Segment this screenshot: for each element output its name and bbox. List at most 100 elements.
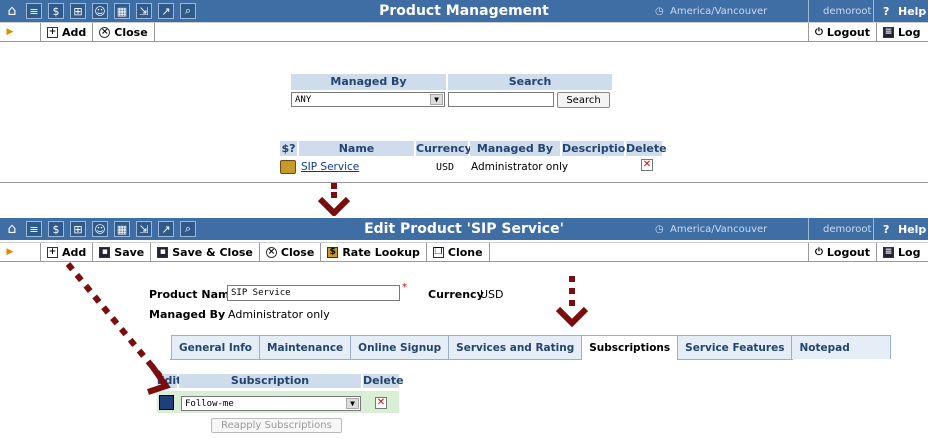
add-icon: + bbox=[47, 26, 58, 38]
diagonal-arrow-icon bbox=[65, 262, 171, 395]
arrow-dot bbox=[569, 288, 575, 294]
home-icon[interactable]: ⌂ bbox=[4, 3, 20, 19]
add-icon: + bbox=[47, 246, 58, 258]
top-toolbar: ▶ + Add × Close ⏻ Logout ≡ Log bbox=[0, 22, 928, 42]
clock-icon: ◷ bbox=[655, 5, 664, 17]
log-icon: ≡ bbox=[883, 246, 895, 258]
delete-icon[interactable]: ✕ bbox=[375, 397, 387, 409]
coins-icon: $ bbox=[327, 246, 339, 258]
divider bbox=[873, 218, 874, 240]
floppy-icon: ▪ bbox=[99, 246, 111, 258]
help-link[interactable]: Help bbox=[898, 223, 926, 236]
list-icon[interactable]: ≡ bbox=[26, 221, 42, 237]
toolbar-arrow-icon: ▶ bbox=[6, 247, 14, 257]
tab-notepad[interactable]: Notepad bbox=[791, 335, 891, 359]
user-label[interactable]: demoroot bbox=[823, 6, 871, 17]
tab-online-signup[interactable]: Online Signup bbox=[350, 335, 450, 359]
rate-lookup-button[interactable]: $ Rate Lookup bbox=[320, 243, 426, 261]
dollar-icon[interactable]: $ bbox=[48, 3, 64, 19]
column-header: Delete bbox=[626, 141, 667, 156]
arrow-dot bbox=[331, 183, 337, 189]
network-icon[interactable]: ⊞ bbox=[70, 221, 86, 237]
user-icon[interactable]: ☺ bbox=[92, 221, 108, 237]
clone-icon: ❐ bbox=[432, 246, 444, 258]
log-button[interactable]: ≡ Log bbox=[876, 243, 926, 261]
divider bbox=[808, 218, 809, 240]
tab-service-features[interactable]: Service Features bbox=[677, 335, 793, 359]
column-header: Subscription bbox=[179, 374, 361, 388]
tab-maintenance[interactable]: Maintenance bbox=[259, 335, 352, 359]
column-header: Managed By bbox=[470, 141, 560, 156]
user-icon[interactable]: ☺ bbox=[92, 3, 108, 19]
products-table-header: $? Name Currency Managed By Description … bbox=[280, 141, 667, 156]
arrow-down-icon bbox=[555, 306, 589, 328]
reapply-subscriptions-button[interactable]: Reapply Subscriptions bbox=[211, 418, 342, 433]
search-icon[interactable]: ⌕ bbox=[180, 3, 196, 19]
chevron-down-icon: ▼ bbox=[430, 94, 443, 105]
chart-icon[interactable]: ↗ bbox=[158, 221, 174, 237]
import-icon[interactable]: ⇲ bbox=[136, 3, 152, 19]
toolbar-arrow-icon: ▶ bbox=[6, 27, 14, 37]
column-header: Currency bbox=[416, 141, 472, 156]
search-header: Search bbox=[448, 74, 612, 90]
network-icon[interactable]: ⊞ bbox=[70, 3, 86, 19]
close-button[interactable]: × Close bbox=[258, 243, 320, 261]
grid-icon[interactable]: ▦ bbox=[114, 221, 130, 237]
user-label[interactable]: demoroot bbox=[823, 224, 871, 235]
search-button[interactable]: Search bbox=[557, 92, 610, 108]
tab-baseline bbox=[170, 359, 793, 360]
subscription-select[interactable]: Follow-me ▼ bbox=[181, 396, 361, 411]
logout-button[interactable]: ⏻ Logout bbox=[808, 243, 876, 261]
logout-button[interactable]: ⏻ Logout bbox=[808, 23, 876, 41]
column-header: Name bbox=[299, 141, 414, 156]
help-icon[interactable]: ? bbox=[883, 223, 889, 236]
column-header: Description bbox=[562, 141, 634, 156]
timezone-label[interactable]: America/Vancouver bbox=[670, 6, 767, 17]
chevron-down-icon: ▼ bbox=[346, 398, 359, 409]
log-icon: ≡ bbox=[883, 26, 895, 38]
managed-by-cell: Administrator only bbox=[471, 161, 569, 173]
add-button[interactable]: + Add bbox=[40, 23, 92, 41]
search-icon[interactable]: ⌕ bbox=[180, 221, 196, 237]
product-management-window: ⌂ ≡ $ ⊞ ☺ ▦ ⇲ ↗ ⌕ Product Management ◷ A… bbox=[0, 0, 928, 183]
currency-value: USD bbox=[480, 288, 504, 301]
arrow-down-icon bbox=[317, 196, 351, 216]
grid-icon[interactable]: ▦ bbox=[114, 3, 130, 19]
list-icon[interactable]: ≡ bbox=[26, 3, 42, 19]
tab-subscriptions[interactable]: Subscriptions bbox=[581, 335, 679, 360]
chart-icon[interactable]: ↗ bbox=[158, 3, 174, 19]
delete-icon[interactable]: ✕ bbox=[641, 159, 653, 171]
logout-icon: ⏻ bbox=[815, 26, 823, 38]
tab-services-and-rating[interactable]: Services and Rating bbox=[448, 335, 583, 359]
product-name-input[interactable]: SIP Service bbox=[227, 285, 400, 301]
logout-icon: ⏻ bbox=[815, 246, 823, 258]
dollar-icon[interactable]: $ bbox=[48, 221, 64, 237]
column-header: $? bbox=[280, 141, 297, 156]
arrow-dot bbox=[569, 276, 575, 282]
timezone-label[interactable]: America/Vancouver bbox=[670, 224, 767, 235]
import-icon[interactable]: ⇲ bbox=[136, 221, 152, 237]
divider bbox=[873, 0, 874, 22]
close-button[interactable]: × Close bbox=[92, 23, 155, 41]
search-input[interactable] bbox=[448, 92, 554, 107]
help-link[interactable]: Help bbox=[898, 5, 926, 18]
log-button[interactable]: ≡ Log bbox=[876, 23, 926, 41]
currency-cell: USD bbox=[436, 162, 455, 173]
bottom-nav-bar: ⌂ ≡ $ ⊞ ☺ ▦ ⇲ ↗ ⌕ Edit Product 'SIP Serv… bbox=[0, 218, 928, 240]
close-icon: × bbox=[265, 246, 277, 258]
clock-icon: ◷ bbox=[655, 223, 664, 235]
close-icon: × bbox=[99, 26, 111, 38]
divider bbox=[808, 0, 809, 22]
clone-button[interactable]: ❐ Clone bbox=[425, 243, 490, 261]
help-icon[interactable]: ? bbox=[883, 5, 889, 18]
coins-icon bbox=[280, 160, 296, 174]
top-nav-bar: ⌂ ≡ $ ⊞ ☺ ▦ ⇲ ↗ ⌕ Product Management ◷ A… bbox=[0, 0, 928, 22]
floppy-icon: ▪ bbox=[157, 246, 169, 258]
required-mark: * bbox=[402, 282, 407, 293]
home-icon[interactable]: ⌂ bbox=[4, 221, 20, 237]
product-name-link[interactable]: SIP Service bbox=[301, 161, 359, 173]
currency-label: Currency bbox=[428, 288, 484, 301]
managed-by-select[interactable]: ANY ▼ bbox=[291, 92, 445, 107]
column-header: Delete bbox=[363, 374, 404, 388]
managed-by-value: Administrator only bbox=[228, 308, 330, 321]
